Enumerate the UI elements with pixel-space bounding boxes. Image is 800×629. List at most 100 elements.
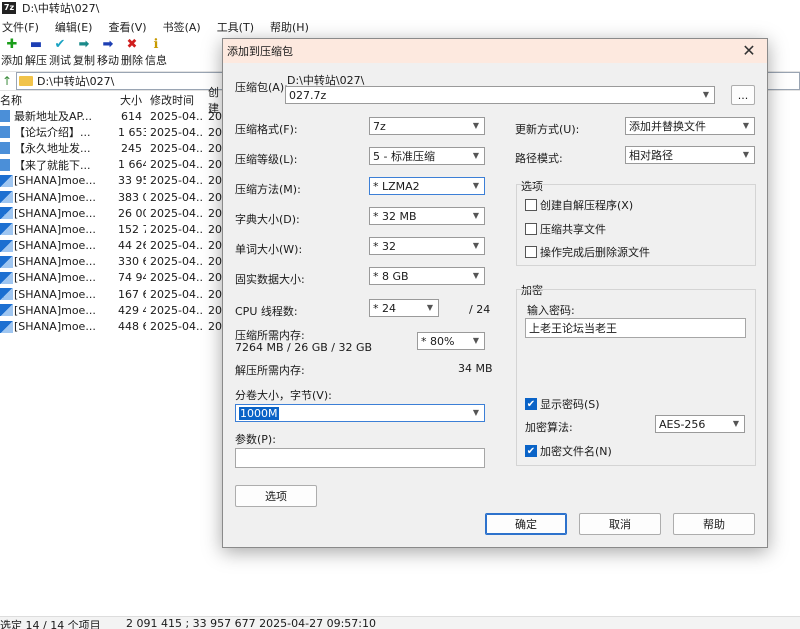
table-row[interactable]: [SHANA]moe... 44 269 0... 2025-04... 20 — [0, 238, 230, 254]
table-row[interactable]: [SHANA]moe... 152 760 ... 2025-04... 20 — [0, 221, 230, 237]
table-row[interactable]: 【论坛介绍】... 1 653 2025-04... 20 — [0, 124, 230, 140]
split-value: 1000M — [239, 406, 279, 420]
table-row[interactable]: [SHANA]moe... 383 062 ... 2025-04... 20 — [0, 189, 230, 205]
word-value: * 32 — [373, 239, 396, 253]
chevron-down-icon: ▼ — [472, 181, 480, 190]
file-name: 【来了就能下... — [14, 158, 91, 172]
file-name: 【永久地址发... — [14, 142, 91, 156]
menu-file[interactable]: 文件(F) — [0, 19, 47, 35]
toolbar-move-arrow-button[interactable]: ➡ 移动 — [96, 38, 120, 70]
menu-view[interactable]: 查看(V) — [106, 19, 154, 35]
format-combo[interactable]: 7z ▼ — [369, 117, 485, 135]
chevron-down-icon: ▼ — [742, 150, 750, 159]
toolbar-minus-button[interactable]: ▬ 解压 — [24, 38, 48, 70]
mem-value: * 80% — [421, 334, 455, 348]
file-size: 383 062 ... — [118, 190, 146, 204]
enc-method-combo[interactable]: AES-256 ▼ — [655, 415, 745, 433]
unmem-value: 34 MB — [458, 362, 493, 375]
file-created: 20 — [208, 239, 222, 253]
password-input[interactable]: 上老王论坛当老王 — [525, 318, 746, 338]
word-label: 单词大小(W): — [235, 243, 303, 256]
menu-tools[interactable]: 工具(T) — [215, 19, 262, 35]
file-size: 167 669 ... — [118, 287, 146, 301]
solid-combo[interactable]: * 8 GB ▼ — [369, 267, 485, 285]
toolbar-copy-arrow-button[interactable]: ➡ 复制 — [72, 38, 96, 70]
cancel-button[interactable]: 取消 — [579, 513, 661, 535]
toolbar-plus-button[interactable]: ✚ 添加 — [0, 38, 24, 70]
file-name-cell: [SHANA]moe... — [0, 288, 118, 301]
sfx-checkbox[interactable]: 创建自解压程序(X) — [525, 197, 633, 213]
table-row[interactable]: [SHANA]moe... 330 610 ... 2025-04... 20 — [0, 254, 230, 270]
toolbar-label: 复制 — [73, 54, 95, 67]
pathmode-combo[interactable]: 相对路径 ▼ — [625, 146, 755, 164]
col-modified-header[interactable]: 修改时间 — [146, 92, 204, 108]
params-input[interactable] — [235, 448, 485, 468]
file-list-header: 名称 大小 修改时间 创建 — [0, 86, 230, 115]
table-row[interactable]: [SHANA]moe... 33 957 6... 2025-04... 20 — [0, 173, 230, 189]
table-row[interactable]: [SHANA]moe... 167 669 ... 2025-04... 20 — [0, 286, 230, 302]
cpu-combo[interactable]: * 24 ▼ — [369, 299, 439, 317]
menu-help[interactable]: 帮助(H) — [268, 19, 317, 35]
up-folder-icon[interactable]: ↑ — [0, 74, 14, 88]
delete-source-checkbox[interactable]: 操作完成后删除源文件 — [525, 244, 650, 260]
method-value: * LZMA2 — [373, 179, 420, 193]
toolbar-delete-button[interactable]: ✖ 删除 — [120, 38, 144, 70]
file-size: 74 943 7... — [118, 271, 146, 285]
dialog-titlebar: 添加到压缩包 — [223, 39, 767, 63]
file-modified: 2025-04... — [150, 303, 204, 317]
col-size-header[interactable]: 大小 — [118, 92, 146, 108]
archive-name-combo[interactable]: 027.7z ▼ — [285, 86, 715, 104]
add-to-archive-dialog: 添加到压缩包 ✕ 压缩包(A): D:\中转站\027\ 027.7z ▼ ..… — [222, 38, 768, 548]
file-created: 20 — [208, 255, 222, 269]
chevron-down-icon: ▼ — [472, 241, 480, 250]
toolbar-label: 解压 — [25, 54, 47, 67]
word-combo[interactable]: * 32 ▼ — [369, 237, 485, 255]
format-label: 压缩格式(F): — [235, 123, 298, 136]
shortcut-file-icon — [0, 191, 13, 204]
file-modified: 2025-04... — [150, 206, 204, 220]
encrypt-names-checkbox[interactable]: ✔ 加密文件名(N) — [525, 443, 612, 459]
address-text: D:\中转站\027\ — [37, 75, 115, 88]
menu-edit[interactable]: 编辑(E) — [53, 19, 101, 35]
chevron-down-icon: ▼ — [472, 121, 480, 130]
col-name-header[interactable]: 名称 — [0, 92, 118, 108]
table-row[interactable]: 最新地址及AP... 614 2025-04... 20 — [0, 108, 230, 124]
dict-combo[interactable]: * 32 MB ▼ — [369, 207, 485, 225]
file-name-cell: [SHANA]moe... — [0, 271, 118, 284]
toolbar-check-button[interactable]: ✔ 测试 — [48, 38, 72, 70]
minus-icon: ▬ — [29, 37, 43, 52]
show-password-checkbox[interactable]: ✔ 显示密码(S) — [525, 396, 600, 412]
close-icon[interactable]: ✕ — [739, 41, 759, 61]
file-name: [SHANA]moe... — [14, 239, 96, 253]
table-row[interactable]: [SHANA]moe... 429 471 ... 2025-04... 20 — [0, 302, 230, 318]
table-row[interactable]: 【来了就能下... 1 664 2025-04... 20 — [0, 157, 230, 173]
dialog-title: 添加到压缩包 — [227, 45, 293, 58]
table-row[interactable]: 【永久地址发... 245 2025-04... 20 — [0, 140, 230, 156]
solid-label: 固实数据大小: — [235, 273, 305, 286]
ok-button[interactable]: 确定 — [485, 513, 567, 535]
password-label: 输入密码: — [527, 304, 575, 317]
help-button[interactable]: 帮助 — [673, 513, 755, 535]
delete-label: 操作完成后删除源文件 — [540, 246, 650, 259]
browse-button[interactable]: ... — [731, 85, 755, 105]
shared-checkbox[interactable]: 压缩共享文件 — [525, 221, 606, 237]
app-7z-icon: 7z — [2, 2, 16, 14]
file-name-cell: 最新地址及AP... — [0, 108, 118, 124]
encrypt-names-label: 加密文件名(N) — [540, 445, 612, 458]
split-combo[interactable]: 1000M ▼ — [235, 404, 485, 422]
table-row[interactable]: [SHANA]moe... 448 667 ... 2025-04... 20 — [0, 318, 230, 334]
table-row[interactable]: [SHANA]moe... 74 943 7... 2025-04... 20 — [0, 270, 230, 286]
menu-bookmarks[interactable]: 书签(A) — [161, 19, 209, 35]
options-button[interactable]: 选项 — [235, 485, 317, 507]
file-size: 152 760 ... — [118, 222, 146, 236]
update-combo[interactable]: 添加并替换文件 ▼ — [625, 117, 755, 135]
mem-combo[interactable]: * 80% ▼ — [417, 332, 485, 350]
table-row[interactable]: [SHANA]moe... 26 000 5... 2025-04... 20 — [0, 205, 230, 221]
file-modified: 2025-04... — [150, 255, 204, 269]
method-combo[interactable]: * LZMA2 ▼ — [369, 177, 485, 195]
file-created: 20 — [208, 206, 222, 220]
level-combo[interactable]: 5 - 标准压缩 ▼ — [369, 147, 485, 165]
file-created: 20 — [208, 125, 222, 139]
toolbar-info-button[interactable]: ℹ 信息 — [144, 38, 168, 70]
text-file-icon — [0, 142, 10, 155]
